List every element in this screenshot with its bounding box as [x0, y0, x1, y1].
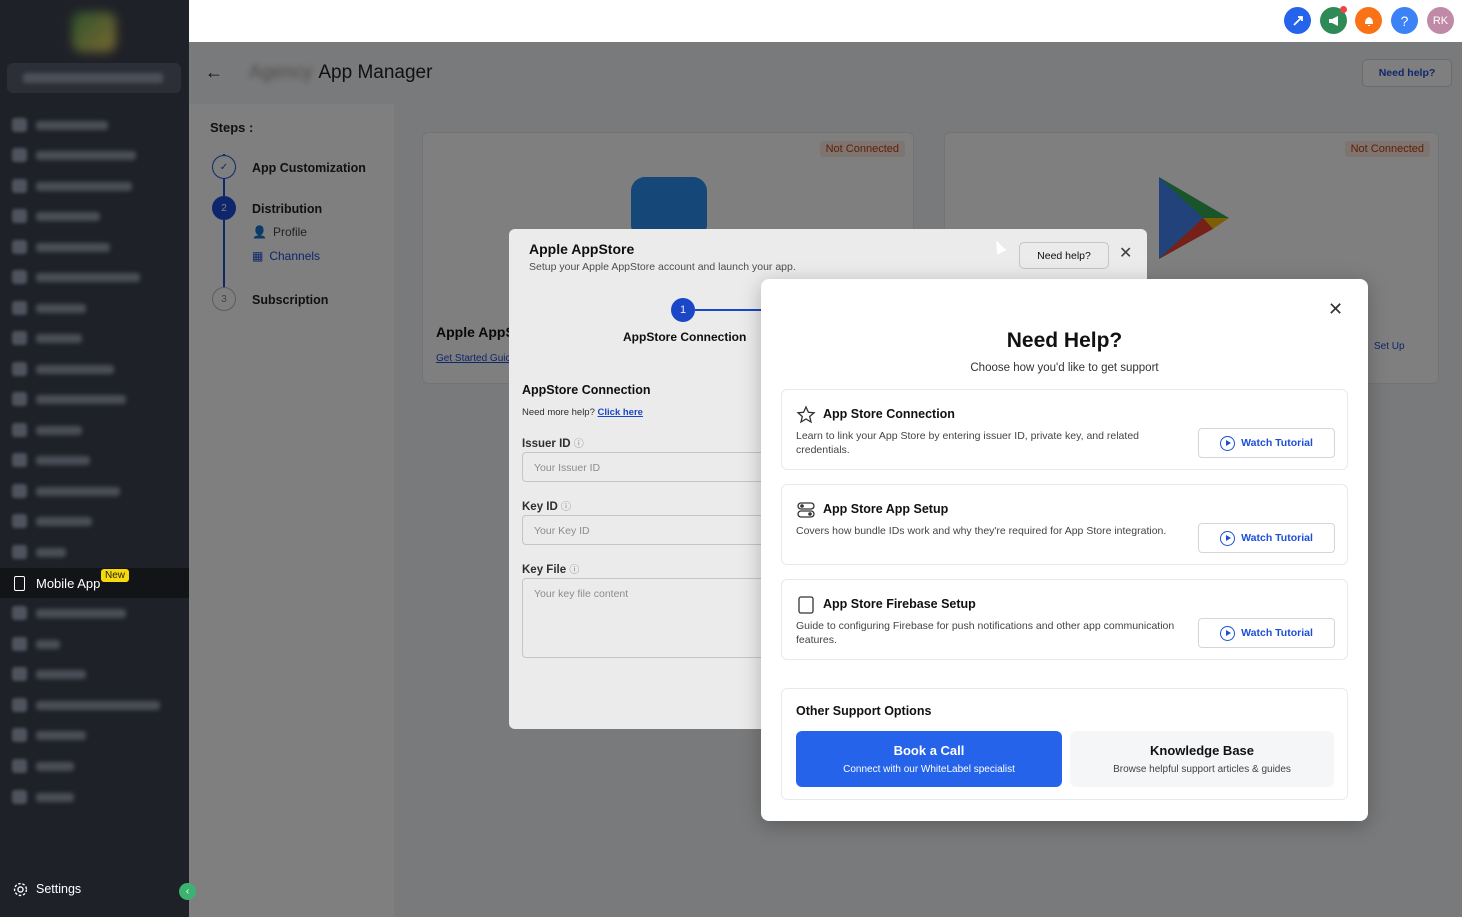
sidebar-item[interactable]: [0, 659, 189, 689]
play-icon: [1220, 435, 1236, 451]
watch-tutorial-button[interactable]: Watch Tutorial: [1198, 523, 1335, 553]
option-title: App Store App Setup: [823, 502, 949, 516]
sidebar-item[interactable]: [0, 690, 189, 720]
settings-label: Settings: [36, 882, 82, 896]
avatar-initials: RK: [1432, 14, 1449, 27]
other-support-options: Other Support Options Book a Call Connec…: [781, 688, 1348, 800]
sidebar-item-settings[interactable]: Settings: [0, 876, 189, 904]
play-icon: [1220, 625, 1236, 641]
sidebar-item[interactable]: [0, 323, 189, 353]
sidebar-item-mobile-app[interactable]: Mobile App New: [0, 568, 189, 598]
sidebar-item[interactable]: [0, 171, 189, 201]
sidebar-item[interactable]: [0, 110, 189, 140]
sidebar-item[interactable]: [0, 445, 189, 475]
sidebar-item[interactable]: [0, 476, 189, 506]
other-support-title: Other Support Options: [796, 704, 932, 718]
sidebar-item[interactable]: [0, 384, 189, 414]
topbar: ? RK: [189, 0, 1462, 42]
star-icon: [796, 405, 816, 424]
help-icon[interactable]: ?: [1391, 7, 1418, 34]
toggle-icon: [797, 502, 815, 518]
sidebar-item[interactable]: [0, 629, 189, 659]
sidebar-item[interactable]: [0, 751, 189, 781]
sidebar-item[interactable]: [0, 537, 189, 567]
close-icon[interactable]: ✕: [1328, 299, 1343, 320]
sidebar-item[interactable]: [0, 354, 189, 384]
sidebar-item[interactable]: [0, 415, 189, 445]
notification-dot: [1340, 6, 1347, 13]
phone-icon: [14, 576, 25, 591]
book-call-desc: Connect with our WhiteLabel specialist: [843, 764, 1015, 775]
help-glyph: ?: [1400, 12, 1409, 29]
sidebar-item[interactable]: [0, 293, 189, 323]
modal-subtitle: Choose how you'd like to get support: [970, 362, 1159, 374]
sidebar-item[interactable]: [0, 598, 189, 628]
play-icon: [1220, 530, 1236, 546]
sidebar: Mobile App New Settings: [0, 0, 189, 917]
watch-tutorial-label: Watch Tutorial: [1241, 532, 1313, 544]
option-desc: Guide to configuring Firebase for push n…: [796, 620, 1175, 646]
need-help-modal: ✕ Need Help? Choose how you'd like to ge…: [761, 279, 1368, 821]
knowledge-base-title: Knowledge Base: [1149, 743, 1255, 758]
option-title: App Store Connection: [823, 407, 955, 421]
book-a-call-button[interactable]: Book a Call Connect with our WhiteLabel …: [796, 731, 1062, 787]
modal-title: Need Help?: [1006, 329, 1123, 352]
option-desc: Learn to link your App Store by entering…: [796, 430, 1139, 456]
sidebar-item[interactable]: [0, 506, 189, 536]
sidebar-item[interactable]: [0, 720, 189, 750]
support-option: App Store App Setup Covers how bundle ID…: [781, 484, 1348, 565]
knowledge-base-desc: Browse helpful support articles & guides: [1113, 764, 1291, 775]
sidebar-item[interactable]: [0, 262, 189, 292]
collapse-sidebar-button[interactable]: ‹: [179, 883, 196, 900]
option-desc: Covers how bundle IDs work and why they'…: [796, 525, 1167, 537]
sidebar-item[interactable]: [0, 782, 189, 812]
sidebar-search[interactable]: [7, 63, 181, 93]
support-option: App Store Connection Learn to link your …: [781, 389, 1348, 470]
option-title: App Store Firebase Setup: [823, 597, 976, 611]
sidebar-item[interactable]: [0, 232, 189, 262]
sidebar-item[interactable]: [0, 201, 189, 231]
rocket-icon[interactable]: [1284, 7, 1311, 34]
gear-icon: [13, 882, 28, 897]
new-badge: New: [101, 569, 130, 582]
sidebar-item-label: Mobile App: [36, 576, 101, 591]
watch-tutorial-button[interactable]: Watch Tutorial: [1198, 428, 1335, 458]
knowledge-base-button[interactable]: Knowledge Base Browse helpful support ar…: [1070, 731, 1334, 787]
support-option: App Store Firebase Setup Guide to config…: [781, 579, 1348, 660]
bell-icon[interactable]: [1355, 7, 1382, 34]
avatar[interactable]: RK: [1427, 7, 1454, 34]
watch-tutorial-label: Watch Tutorial: [1241, 437, 1313, 449]
watch-tutorial-button[interactable]: Watch Tutorial: [1198, 618, 1335, 648]
agency-logo: [72, 12, 116, 52]
sidebar-item[interactable]: [0, 140, 189, 170]
book-call-title: Book a Call: [893, 743, 965, 758]
watch-tutorial-label: Watch Tutorial: [1241, 627, 1313, 639]
square-icon: [798, 596, 814, 614]
